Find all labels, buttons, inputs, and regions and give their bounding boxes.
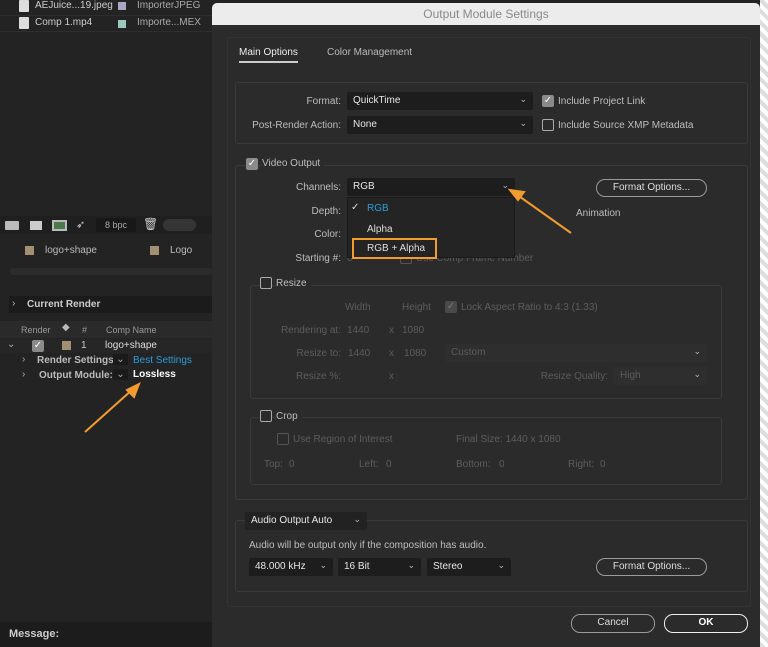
arrow-to-channels <box>507 188 572 234</box>
annotation-arrows <box>84 188 572 433</box>
arrow-to-output-module <box>84 381 141 433</box>
